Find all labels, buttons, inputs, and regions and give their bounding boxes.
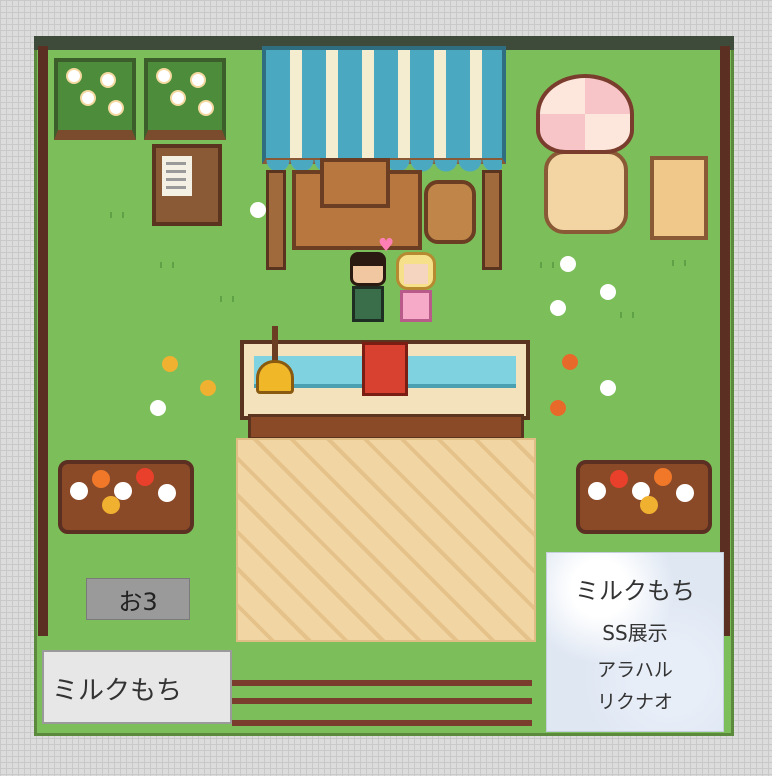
flower xyxy=(550,300,566,316)
character-girl[interactable] xyxy=(396,252,436,322)
circle-name: ミルクもち xyxy=(52,676,183,706)
grass-tuft xyxy=(220,296,234,302)
left-wall xyxy=(38,46,48,636)
bell-handle xyxy=(272,326,278,362)
info-subtitle: SS展示 xyxy=(602,621,668,645)
barrel xyxy=(424,180,476,244)
grass-tuft xyxy=(672,260,686,266)
grass-tuft xyxy=(160,262,174,268)
bell-icon[interactable] xyxy=(256,360,294,394)
book-icon[interactable] xyxy=(362,342,408,396)
bottom-fence xyxy=(232,680,532,726)
flower xyxy=(600,380,616,396)
booth-number-plate: お3 xyxy=(86,578,190,620)
stall-post xyxy=(482,170,502,270)
flower xyxy=(162,356,178,372)
booth-info-card[interactable]: ミルクもち SS展示 アラハル リクナオ xyxy=(546,552,724,732)
flower xyxy=(550,400,566,416)
stall-awning xyxy=(262,46,506,172)
counter-base xyxy=(248,414,524,440)
flower xyxy=(200,380,216,396)
crate xyxy=(320,158,390,208)
floor-carpet xyxy=(236,438,536,642)
stall-post xyxy=(266,170,286,270)
umbrella-icon xyxy=(536,74,634,154)
cafe-table xyxy=(544,150,628,234)
info-line2: リクナオ xyxy=(596,691,673,713)
grass-tuft xyxy=(620,312,634,318)
flower xyxy=(600,284,616,300)
booth-number: お3 xyxy=(118,587,158,616)
info-title: ミルクもち xyxy=(575,577,695,605)
flower-hedge xyxy=(54,58,136,140)
flower-hedge xyxy=(144,58,226,140)
flower xyxy=(250,202,266,218)
flower-planter xyxy=(576,460,712,534)
flower-planter xyxy=(58,460,194,534)
grass-tuft xyxy=(540,262,554,268)
flower xyxy=(560,256,576,272)
menu-signboard xyxy=(152,144,222,226)
flower xyxy=(150,400,166,416)
grass-tuft xyxy=(110,212,124,218)
circle-name-plate: ミルクもち xyxy=(42,650,232,724)
character-boy[interactable] xyxy=(348,252,388,322)
flower xyxy=(562,354,578,370)
right-wall xyxy=(720,46,730,636)
wooden-chair xyxy=(650,156,708,240)
info-line1: アラハル xyxy=(597,659,673,681)
